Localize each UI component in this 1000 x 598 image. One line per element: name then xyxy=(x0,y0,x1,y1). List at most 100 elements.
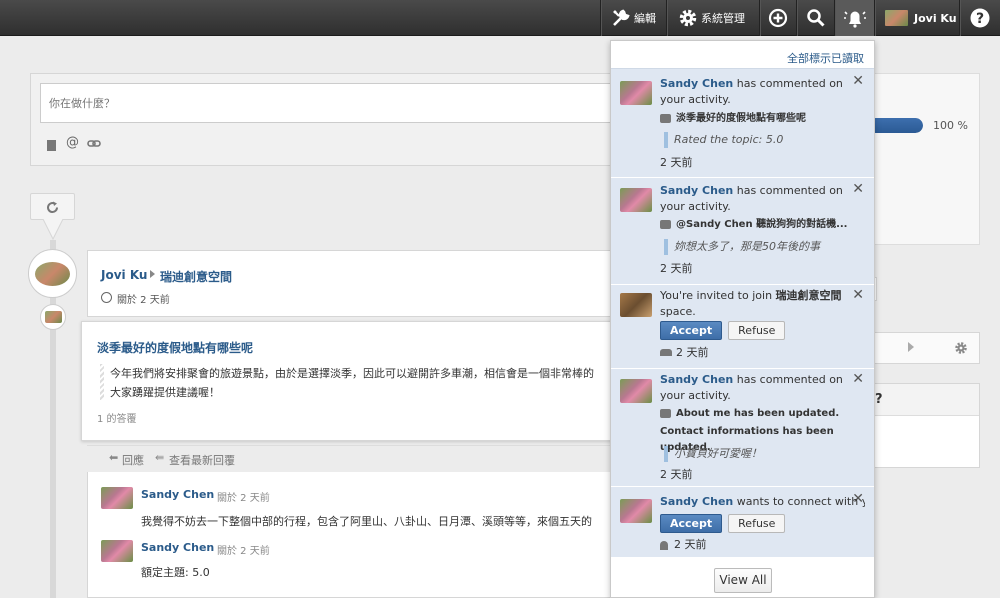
gear-icon xyxy=(679,9,697,27)
reply-button[interactable]: 回應 xyxy=(122,452,144,468)
notification-message: Sandy Chen wants to connect with you xyxy=(660,494,865,510)
refuse-button[interactable]: Refuse xyxy=(728,514,786,533)
comment-time: 關於 2 天前 xyxy=(217,493,270,504)
attach-file-icon[interactable] xyxy=(47,140,56,151)
side-question-mark: ? xyxy=(875,392,883,407)
notification-time: 2 天前 xyxy=(676,346,709,359)
notification-time: 2 天前 xyxy=(660,468,693,481)
help-circle-icon: ? xyxy=(970,8,990,28)
notification-item[interactable]: ✕ Sandy Chen wants to connect with you A… xyxy=(611,487,874,557)
search-icon xyxy=(806,9,825,27)
comment-avatar-frame xyxy=(40,304,66,330)
notification-time: 2 天前 xyxy=(660,156,693,169)
notification-item[interactable]: ✕ You're invited to join 瑞迪創意空間 space. A… xyxy=(611,285,874,368)
post-title[interactable]: 淡季最好的度假地點有哪些呢 xyxy=(97,339,253,356)
notification-quote: 妳想太多了，那是50年後的事 xyxy=(664,239,854,255)
post-header: Jovi Ku 瑞迪創意空間 關於 2 天前 xyxy=(87,250,627,317)
post-author-avatar xyxy=(35,262,70,286)
notification-subject-text: 淡季最好的度假地點有哪些呢 xyxy=(676,113,806,124)
reply-icon: ⬅ xyxy=(109,451,119,464)
comment-bubble-icon xyxy=(660,113,671,123)
edit-menu-button[interactable]: 編輯 xyxy=(600,0,665,36)
side-question-widget: ? xyxy=(865,383,980,468)
refresh-icon xyxy=(47,201,59,214)
mention-icon[interactable]: @ xyxy=(66,135,79,150)
status-input[interactable] xyxy=(40,83,640,123)
notification-time: 2 天前 xyxy=(660,262,693,275)
link-icon[interactable] xyxy=(87,139,101,149)
notification-message: Sandy Chen has commented on your activit… xyxy=(660,76,860,108)
post-content: 淡季最好的度假地點有哪些呢 今年我們將安排聚會的旅遊景點，由於是選擇淡季，因此可… xyxy=(81,321,627,441)
side-widget-header xyxy=(865,332,980,364)
notification-actor[interactable]: Sandy Chen xyxy=(660,495,733,508)
mark-all-read-link[interactable]: 全部標示已讀取 xyxy=(787,50,864,66)
post-author-avatar-frame xyxy=(28,249,77,298)
comment-bubble-icon xyxy=(660,408,671,418)
notification-avatar xyxy=(620,188,652,212)
post-author-link[interactable]: Jovi Ku xyxy=(101,268,147,282)
admin-menu-button[interactable]: 系統管理 xyxy=(666,0,759,36)
notification-detail-1: About me has been updated. xyxy=(660,406,860,422)
notification-actor[interactable]: Sandy Chen xyxy=(660,77,733,90)
comment-author-link[interactable]: Sandy Chen xyxy=(141,488,214,501)
notification-item[interactable]: ✕ Sandy Chen has commented on your activ… xyxy=(611,369,874,486)
notification-item[interactable]: ✕ Sandy Chen has commented on your activ… xyxy=(611,178,874,284)
post-answer-count: 1 的答覆 xyxy=(97,414,137,425)
notification-message: You're invited to join 瑞迪創意空間 space. xyxy=(660,288,860,320)
refresh-button[interactable] xyxy=(30,193,75,220)
post-body-line-2: 大家踴躍提供建議喔！ xyxy=(110,386,220,399)
progress-percent: 100 % xyxy=(933,119,968,132)
notifications-button[interactable] xyxy=(834,0,874,36)
clock-icon xyxy=(101,292,112,303)
status-composer: @ xyxy=(30,73,650,166)
comment-list: Sandy Chen 關於 2 天前 我覺得不妨去一下整個中部的行程，包含了阿里… xyxy=(87,472,627,598)
comment-text: 額定主題: 5.0 xyxy=(141,566,210,579)
wrench-icon xyxy=(613,9,630,26)
comment-time: 關於 2 天前 xyxy=(217,546,270,557)
comment-text: 我覺得不妨去一下整個中部的行程，包含了阿里山、八卦山、日月潭、溪頭等等，來個五天… xyxy=(141,515,592,528)
comment-author-avatar xyxy=(101,487,133,509)
notification-avatar xyxy=(620,379,652,403)
comment-bubble-icon xyxy=(660,219,671,229)
accept-button[interactable]: Accept xyxy=(660,514,723,533)
user-name: Jovi Ku xyxy=(914,11,957,25)
gear-icon[interactable] xyxy=(954,341,968,355)
notification-time-row: 2 天前 xyxy=(660,537,860,553)
notification-subject: 淡季最好的度假地點有哪些呢 xyxy=(660,111,860,127)
notification-actor[interactable]: Sandy Chen xyxy=(660,184,733,197)
refuse-button[interactable]: Refuse xyxy=(728,321,786,340)
help-button[interactable]: ? xyxy=(959,0,1000,36)
notification-actor[interactable]: Sandy Chen xyxy=(660,373,733,386)
comment-author-link[interactable]: Sandy Chen xyxy=(141,541,214,554)
notification-subject: @Sandy Chen 聽說狗狗的對話機... xyxy=(660,217,860,233)
top-navbar: 編輯 系統管理 Jovi Ku ? xyxy=(0,0,1000,36)
caret-right-icon xyxy=(150,270,155,278)
accept-button[interactable]: Accept xyxy=(660,321,723,340)
add-button[interactable] xyxy=(759,0,796,36)
side-question-header xyxy=(866,384,979,416)
timeline-connector xyxy=(43,219,63,241)
notification-subject-text: @Sandy Chen 聽說狗狗的對話機... xyxy=(676,219,848,230)
invite-space-name[interactable]: 瑞迪創意空間 xyxy=(776,289,842,302)
comment-avatar-small xyxy=(45,311,62,323)
notification-time: 2 天前 xyxy=(674,538,707,551)
post-space-link[interactable]: 瑞迪創意空間 xyxy=(160,268,232,285)
view-all-button[interactable]: View All xyxy=(714,568,772,593)
notification-quote: Rated the topic: 5.0 xyxy=(664,132,854,148)
user-menu-button[interactable]: Jovi Ku xyxy=(874,0,959,36)
notification-item[interactable]: ✕ Sandy Chen has commented on your activ… xyxy=(611,68,874,177)
invite-text-end: space. xyxy=(660,305,696,318)
post-actions-bar: ⬅ 回應 ⇚ 查看最新回覆 xyxy=(87,445,627,471)
notification-message: Sandy Chen has commented on your activit… xyxy=(660,372,860,404)
group-icon xyxy=(660,349,672,356)
chevron-right-icon[interactable] xyxy=(908,342,914,352)
progress-bar-fill xyxy=(868,118,923,133)
user-avatar xyxy=(885,10,908,26)
invite-actions: Accept Refuse xyxy=(660,321,860,341)
search-button[interactable] xyxy=(796,0,834,36)
view-latest-replies-link[interactable]: 查看最新回覆 xyxy=(169,452,235,468)
side-widget xyxy=(865,73,980,245)
notification-avatar xyxy=(620,81,652,105)
edit-label: 編輯 xyxy=(634,12,656,25)
plus-circle-icon xyxy=(768,8,788,28)
